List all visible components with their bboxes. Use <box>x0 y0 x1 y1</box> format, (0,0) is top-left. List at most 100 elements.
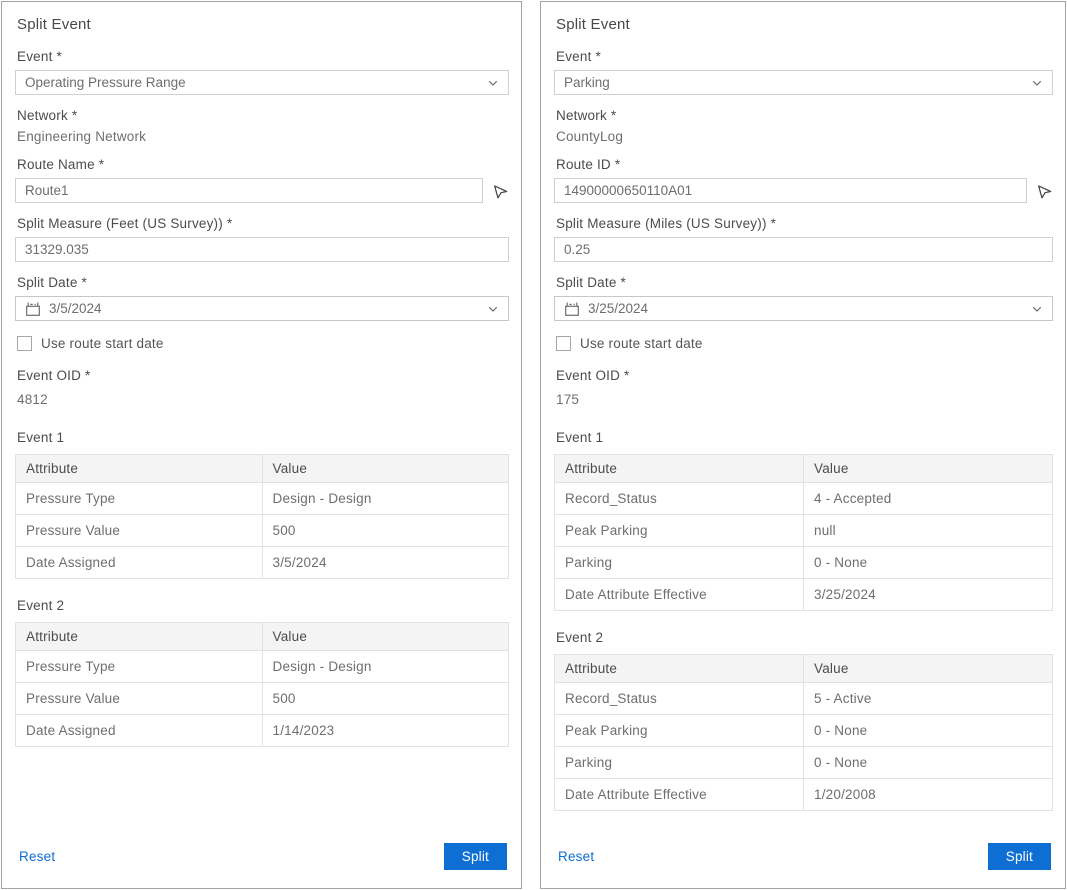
split-button[interactable]: Split <box>988 843 1051 870</box>
network-field: Network * Engineering Network <box>15 108 509 144</box>
column-header: Attribute <box>16 455 263 483</box>
network-label: Network * <box>17 108 509 123</box>
column-header: Attribute <box>16 623 263 651</box>
table-cell: Date Assigned <box>16 547 263 579</box>
table-cell: Peak Parking <box>555 515 804 547</box>
reset-link[interactable]: Reset <box>558 849 594 864</box>
reset-link[interactable]: Reset <box>19 849 55 864</box>
table-cell: 0 - None <box>804 547 1053 579</box>
panel-footer: Reset Split <box>554 835 1053 876</box>
panel-footer: Reset Split <box>15 835 509 876</box>
chevron-down-icon <box>1031 303 1043 315</box>
event-1-title: Event 1 <box>17 430 509 445</box>
measure-input[interactable] <box>554 237 1053 262</box>
event-field: Event * Operating Pressure Range <box>15 49 509 95</box>
table-row: Pressure TypeDesign - Design <box>16 483 509 515</box>
split-date-label: Split Date * <box>17 275 509 290</box>
table-row: Date Attribute Effective3/25/2024 <box>555 579 1053 611</box>
network-value: CountyLog <box>556 129 1053 144</box>
route-label: Route Name * <box>17 157 509 172</box>
chevron-down-icon <box>487 77 499 89</box>
event-select-value: Operating Pressure Range <box>25 75 186 90</box>
event-1-section: Event 1 AttributeValuePressure TypeDesig… <box>15 427 509 595</box>
split-date-picker[interactable]: 3/25/2024 <box>554 296 1053 321</box>
split-event-workspace: Split Event Event * Operating Pressure R… <box>0 0 1067 890</box>
event-oid-field: Event OID * 175 <box>554 368 1053 407</box>
event-1-section: Event 1 AttributeValueRecord_Status4 - A… <box>554 427 1053 627</box>
panel-title: Split Event <box>556 16 1053 33</box>
split-event-panel-right: Split Event Event * Parking Network * Co… <box>540 1 1066 889</box>
table-row: Pressure Value500 <box>16 683 509 715</box>
table-cell: Record_Status <box>555 683 804 715</box>
table-cell: Record_Status <box>555 483 804 515</box>
panel-title: Split Event <box>17 16 509 33</box>
table-cell: Pressure Value <box>16 683 263 715</box>
table-cell: 1/14/2023 <box>262 715 509 747</box>
table-cell: Design - Design <box>262 483 509 515</box>
table-cell: 4 - Accepted <box>804 483 1053 515</box>
table-row: Record_Status4 - Accepted <box>555 483 1053 515</box>
table-cell: 500 <box>262 683 509 715</box>
route-field: Route Name * <box>15 157 509 203</box>
table-cell: 0 - None <box>804 747 1053 779</box>
table-cell: Date Assigned <box>16 715 263 747</box>
table-cell: Pressure Type <box>16 483 263 515</box>
table-cell: Date Attribute Effective <box>555 779 804 811</box>
select-on-map-arrow-icon[interactable] <box>492 181 509 200</box>
table-row: Record_Status5 - Active <box>555 683 1053 715</box>
event-select[interactable]: Parking <box>554 70 1053 95</box>
event-oid-field: Event OID * 4812 <box>15 368 509 407</box>
table-row: Parking0 - None <box>555 747 1053 779</box>
split-date-picker[interactable]: 3/5/2024 <box>15 296 509 321</box>
route-field: Route ID * <box>554 157 1053 203</box>
table-cell: null <box>804 515 1053 547</box>
use-route-start-date-label: Use route start date <box>41 336 164 351</box>
table-row: Parking0 - None <box>555 547 1053 579</box>
split-date-value: 3/5/2024 <box>49 301 102 316</box>
split-date-field: Split Date * 3/5/2024 <box>15 275 509 321</box>
split-event-panel-left: Split Event Event * Operating Pressure R… <box>1 1 522 889</box>
table-cell: Pressure Value <box>16 515 263 547</box>
event-1-title: Event 1 <box>556 430 1053 445</box>
select-on-map-arrow-icon[interactable] <box>1036 181 1053 200</box>
use-route-start-date-checkbox[interactable] <box>556 336 571 351</box>
route-input[interactable] <box>554 178 1027 203</box>
attribute-table: AttributeValuePressure TypeDesign - Desi… <box>15 454 509 579</box>
column-header: Attribute <box>555 455 804 483</box>
table-row: Date Assigned3/5/2024 <box>16 547 509 579</box>
route-input[interactable] <box>15 178 483 203</box>
use-route-start-date-row: Use route start date <box>556 336 1053 351</box>
event-oid-value: 4812 <box>17 392 509 407</box>
chevron-down-icon <box>1031 77 1043 89</box>
split-button[interactable]: Split <box>444 843 507 870</box>
table-cell: Pressure Type <box>16 651 263 683</box>
table-row: Date Assigned1/14/2023 <box>16 715 509 747</box>
table-row: Peak Parking0 - None <box>555 715 1053 747</box>
use-route-start-date-checkbox[interactable] <box>17 336 32 351</box>
network-field: Network * CountyLog <box>554 108 1053 144</box>
table-cell: Design - Design <box>262 651 509 683</box>
table-cell: Parking <box>555 547 804 579</box>
calendar-icon <box>564 301 580 317</box>
table-cell: 3/25/2024 <box>804 579 1053 611</box>
attribute-table: AttributeValueRecord_Status5 - ActivePea… <box>554 654 1053 811</box>
event-label: Event * <box>17 49 509 64</box>
event-oid-value: 175 <box>556 392 1053 407</box>
table-row: Pressure Value500 <box>16 515 509 547</box>
use-route-start-date-label: Use route start date <box>580 336 703 351</box>
measure-input[interactable] <box>15 237 509 262</box>
calendar-icon <box>25 301 41 317</box>
route-label: Route ID * <box>556 157 1053 172</box>
column-header: Value <box>262 455 509 483</box>
attribute-table: AttributeValuePressure TypeDesign - Desi… <box>15 622 509 747</box>
table-cell: 1/20/2008 <box>804 779 1053 811</box>
table-cell: 0 - None <box>804 715 1053 747</box>
attribute-table: AttributeValueRecord_Status4 - AcceptedP… <box>554 454 1053 611</box>
split-date-label: Split Date * <box>556 275 1053 290</box>
column-header: Value <box>804 455 1053 483</box>
split-date-value: 3/25/2024 <box>588 301 648 316</box>
table-cell: Date Attribute Effective <box>555 579 804 611</box>
table-row: Pressure TypeDesign - Design <box>16 651 509 683</box>
event-oid-label: Event OID * <box>17 368 509 383</box>
event-select[interactable]: Operating Pressure Range <box>15 70 509 95</box>
